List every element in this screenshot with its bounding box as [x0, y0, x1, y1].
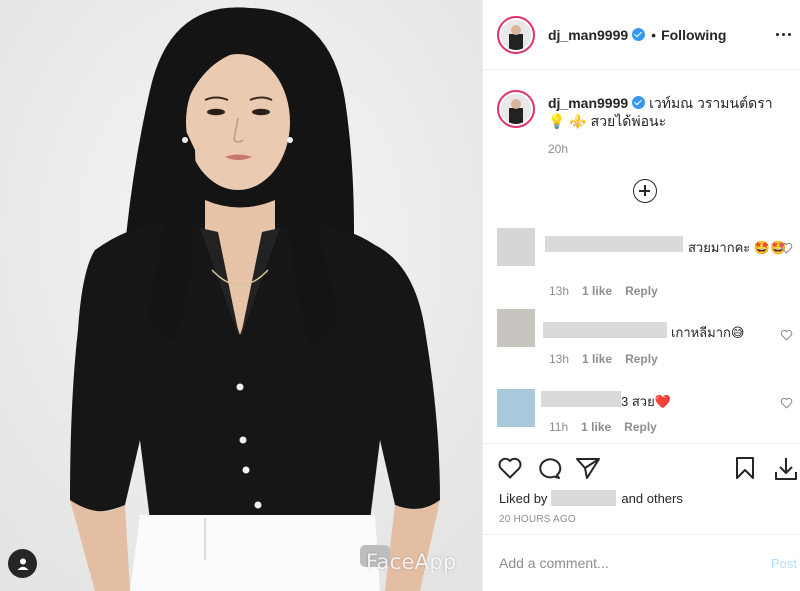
post-header: dj_man9999 • Following: [483, 0, 800, 70]
caption-avatar[interactable]: [497, 90, 535, 128]
load-more-comments-button[interactable]: [633, 179, 657, 203]
comment-icon[interactable]: [536, 456, 562, 480]
post-image: [0, 0, 482, 591]
comment-text: เกาหลีมาก😅: [671, 325, 745, 340]
post-timestamp[interactable]: 20 HOURS AGO: [499, 514, 576, 525]
more-options-button[interactable]: [772, 24, 794, 44]
user-tag-icon: [17, 558, 28, 570]
verified-badge-icon: [632, 96, 646, 109]
comment-time[interactable]: 11h: [549, 420, 568, 434]
commenter-avatar[interactable]: [497, 389, 535, 427]
reply-button[interactable]: Reply: [625, 352, 658, 366]
verified-badge-icon: [632, 28, 646, 41]
post-photo[interactable]: FaceApp: [0, 0, 482, 591]
following-button[interactable]: Following: [661, 27, 726, 43]
comment-item: สวยมากคะ 🤩🤩 13h 1 like Reply: [497, 228, 797, 298]
commenter-name-redacted: [545, 236, 683, 252]
commenter-avatar[interactable]: [497, 228, 535, 266]
commenter-name-redacted: [543, 322, 667, 338]
caption-text: dj_man9999 เวท์มณ วรามนต์ดรา 💡 ⚜️ สวยได้…: [548, 94, 788, 130]
comment-likes[interactable]: 1 like: [581, 420, 611, 434]
comment-item: เกาหลีมาก😅 13h 1 like Reply: [497, 309, 797, 373]
faceapp-watermark: FaceApp: [366, 550, 457, 574]
save-icon[interactable]: [733, 456, 757, 480]
comment-text: 3 สวย❤️: [621, 394, 671, 409]
comment-meta: 13h 1 like Reply: [549, 284, 658, 298]
avatar-image: [501, 94, 531, 124]
caption-username[interactable]: dj_man9999: [548, 95, 628, 111]
comment-meta: 11h 1 like Reply: [549, 420, 657, 434]
share-icon[interactable]: [575, 456, 601, 480]
comment-time[interactable]: 13h: [549, 352, 569, 366]
commenter-avatar[interactable]: [497, 309, 535, 347]
comment-text: สวยมากคะ 🤩🤩: [688, 240, 787, 255]
add-comment-bar: Post: [483, 534, 800, 591]
liked-by-line: Liked by and others: [499, 490, 683, 506]
comment-like-icon[interactable]: [780, 329, 793, 341]
author-avatar[interactable]: [497, 15, 535, 54]
comment-time[interactable]: 13h: [549, 284, 569, 298]
comment-input[interactable]: [499, 551, 749, 575]
more-icon: [775, 32, 779, 36]
user-tag-button[interactable]: [8, 549, 37, 578]
comment-like-icon[interactable]: [780, 397, 793, 409]
caption-time[interactable]: 20h: [548, 142, 568, 156]
post-comment-button[interactable]: Post: [771, 556, 797, 571]
post-side-panel: dj_man9999 • Following dj_man9999 เวท์มณ…: [482, 0, 800, 591]
comment-like-icon[interactable]: [780, 242, 793, 254]
heart-icon[interactable]: [497, 456, 523, 480]
liked-by-user-redacted[interactable]: [551, 490, 617, 506]
author-username[interactable]: dj_man9999: [548, 27, 628, 43]
separator-dot: •: [651, 26, 657, 43]
action-icons-right: [733, 456, 799, 482]
liked-by-prefix: Liked by: [499, 490, 548, 506]
reply-button[interactable]: Reply: [625, 284, 658, 298]
download-icon[interactable]: [773, 456, 799, 482]
comment-meta: 13h 1 like Reply: [549, 352, 658, 366]
action-icons-left: [497, 456, 601, 480]
commenter-name-redacted: [541, 391, 621, 407]
avatar-image: [501, 19, 531, 50]
liked-by-suffix[interactable]: and others: [621, 491, 682, 506]
comment-likes[interactable]: 1 like: [582, 352, 612, 366]
comment-likes[interactable]: 1 like: [582, 284, 612, 298]
reply-button[interactable]: Reply: [624, 420, 657, 434]
